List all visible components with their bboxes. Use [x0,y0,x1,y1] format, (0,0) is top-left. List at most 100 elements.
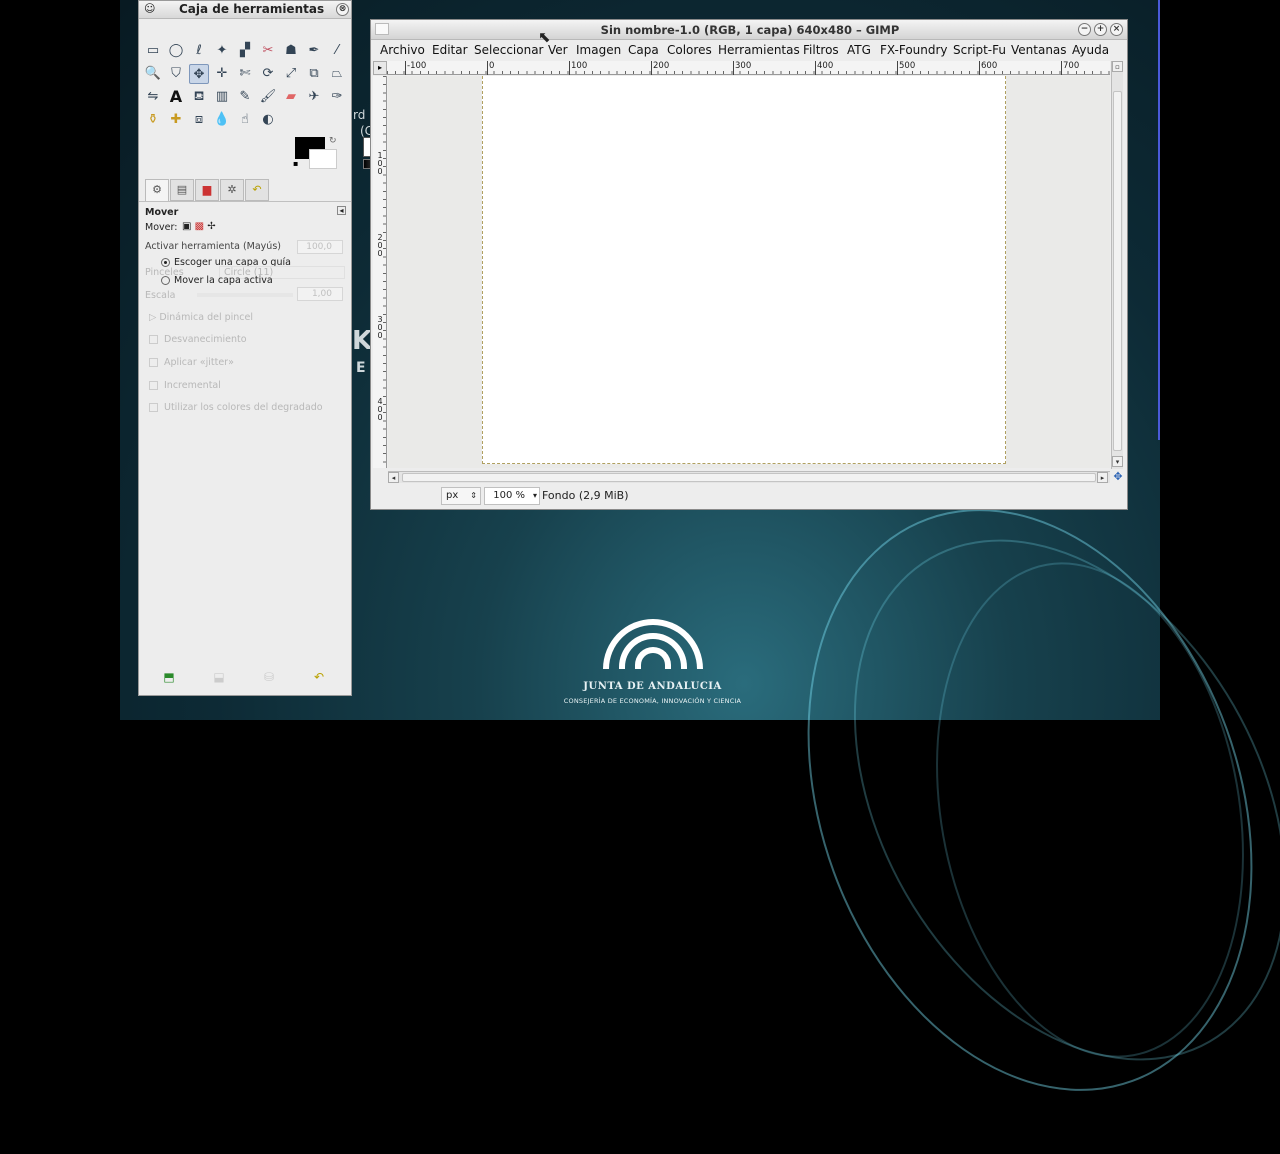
dodge-burn-tool-icon[interactable]: ◐ [258,110,278,130]
minimize-icon[interactable]: − [1078,23,1091,36]
menu-capa[interactable]: Capa [628,43,659,57]
menu-filtros[interactable]: Filtros [803,43,839,57]
unit-select[interactable]: px ⇕ [441,487,481,505]
pencil-tool-icon[interactable]: ✎ [235,87,255,107]
rect-select-tool-icon[interactable]: ▭ [143,41,163,61]
vertical-scrollbar[interactable]: ▫ ▾ [1111,61,1123,469]
shear-tool-icon[interactable]: ⧉ [304,64,324,84]
menu-atg[interactable]: ATG [847,43,871,57]
perspective-tool-icon[interactable]: ⏢ [327,64,347,84]
scroll-corner-icon[interactable]: ▫ [1112,61,1123,72]
tab-device-status[interactable]: ▤ [170,179,194,201]
heal-tool-icon[interactable]: ✚ [166,110,186,130]
clone-tool-icon[interactable]: ⚱ [143,110,163,130]
blend-tool-icon[interactable]: ▥ [212,87,232,107]
vertical-ruler[interactable]: 1 0 0 2 0 0 3 0 0 4 0 0 [373,76,387,468]
ruler-corner[interactable]: ▸ [373,61,387,75]
color-picker-tool-icon[interactable]: ⁄ [327,41,347,61]
scale-tool-icon[interactable]: ⤢ [281,64,301,84]
incremental-checkbox[interactable]: Incremental [149,380,221,391]
move-tool-icon[interactable]: ✥ [189,64,209,84]
zoom-tool-icon[interactable]: 🔍 [143,64,163,84]
menu-seleccionar[interactable]: Seleccionar [474,43,543,57]
menu-ayuda[interactable]: Ayuda [1072,43,1109,57]
airbrush-tool-icon[interactable]: ✈ [304,87,324,107]
tab-images[interactable]: ✲ [220,179,244,201]
tab-undo[interactable]: ↶ [245,179,269,201]
free-select-tool-icon[interactable]: ℓ [189,41,209,61]
reset-options-icon[interactable]: ↶ [311,669,327,685]
dynamics-expander[interactable]: ▷ Dinámica del pincel [149,312,253,323]
image-canvas[interactable] [482,76,1006,464]
navigate-icon[interactable]: ✥ [1112,471,1124,483]
ellipse-select-tool-icon[interactable]: ◯ [166,41,186,61]
measure-tool-icon[interactable]: ⛉ [166,64,186,84]
horizontal-scrollbar[interactable]: ◂ ▸ [388,471,1110,483]
rotate-tool-icon[interactable]: ⟳ [258,64,278,84]
crop-tool-icon[interactable]: ✄ [235,64,255,84]
paintbrush-tool-icon[interactable]: 🖌 [258,87,278,107]
menu-ver[interactable]: Ver [548,43,568,57]
bucket-fill-tool-icon[interactable]: ⛾ [189,87,209,107]
swap-colors-icon[interactable]: ↻ [329,136,337,146]
scale-slider[interactable] [197,293,293,297]
options-menu-icon[interactable]: ◂ [337,206,346,215]
close-icon[interactable]: ⊗ [336,3,349,16]
perspective-clone-tool-icon[interactable]: ⧈ [189,110,209,130]
maximize-icon[interactable]: + [1094,23,1107,36]
menu-fx-foundry[interactable]: FX-Foundry [880,43,948,57]
scissors-tool-icon[interactable]: ✂ [258,41,278,61]
fuzzy-select-tool-icon[interactable]: ✦ [212,41,232,61]
tab-tool-options[interactable]: ⚙ [145,179,169,201]
smudge-tool-icon[interactable]: ☝ [235,110,255,130]
delete-options-icon[interactable]: ⛁ [261,669,277,685]
foreground-select-tool-icon[interactable]: ☗ [281,41,301,61]
save-options-icon[interactable]: ⬒ [161,669,177,685]
menu-imagen[interactable]: Imagen [576,43,621,57]
image-window-titlebar[interactable]: Sin nombre-1.0 (RGB, 1 capa) 640x480 – G… [371,20,1127,40]
move-mode-icons[interactable]: ▣ ▩ ✢ [182,221,216,232]
radio-active-layer[interactable]: Mover la capa activa [161,275,273,286]
default-colors-icon[interactable]: ▪ [293,159,298,168]
radio-on-icon[interactable] [161,258,170,267]
radio-off-icon[interactable] [161,276,170,285]
scroll-left-icon[interactable]: ◂ [388,472,399,483]
opacity-spin[interactable]: 100,0 [297,240,343,254]
restore-options-icon[interactable]: ⬓ [211,669,227,685]
menu-ventanas[interactable]: Ventanas [1011,43,1067,57]
menu-archivo[interactable]: Archivo [380,43,425,57]
flip-tool-icon[interactable]: ⇋ [143,87,163,107]
zoom-select[interactable]: 100 % ▾ [484,487,540,505]
toolbox-titlebar[interactable]: ☺ Caja de herramientas ⊗ [139,1,351,19]
jitter-checkbox[interactable]: Aplicar «jitter» [149,357,234,368]
ink-tool-icon[interactable]: ✑ [327,87,347,107]
unit-arrow-icon[interactable]: ⇕ [470,488,477,504]
gimp-wilber-icon[interactable]: ☺ [144,2,155,15]
checkbox-icon[interactable] [149,358,158,367]
horizontal-ruler[interactable]: -100 0 100 200 300 400 500 600 700 [387,61,1110,75]
checkbox-icon[interactable] [149,335,158,344]
menu-colores[interactable]: Colores [667,43,712,57]
fade-checkbox[interactable]: Desvanecimiento [149,334,247,345]
scroll-right-icon[interactable]: ▸ [1097,472,1108,483]
menu-editar[interactable]: Editar [432,43,468,57]
vertical-scroll-thumb[interactable] [1113,91,1122,451]
blur-tool-icon[interactable]: 💧 [212,110,232,130]
checkbox-icon[interactable] [149,381,158,390]
tab-undo-history[interactable]: ▆ [195,179,219,201]
paths-tool-icon[interactable]: ✒ [304,41,324,61]
scale-spin[interactable]: 1,00 [297,287,343,301]
gradient-checkbox[interactable]: Utilizar los colores del degradado [149,402,323,413]
scroll-down-icon[interactable]: ▾ [1112,456,1123,467]
menu-script-fu[interactable]: Script-Fu [953,43,1006,57]
align-tool-icon[interactable]: ✛ [212,64,232,84]
zoom-arrow-icon[interactable]: ▾ [533,488,537,504]
menu-herramientas[interactable]: Herramientas [718,43,800,57]
background-color[interactable] [309,149,337,169]
eraser-tool-icon[interactable]: ▰ [281,87,301,107]
close-icon[interactable]: × [1110,23,1123,36]
horizontal-scroll-thumb[interactable] [402,473,1096,482]
text-tool-icon[interactable]: A [166,87,186,107]
color-select-tool-icon[interactable]: ▞ [235,41,255,61]
checkbox-icon[interactable] [149,403,158,412]
